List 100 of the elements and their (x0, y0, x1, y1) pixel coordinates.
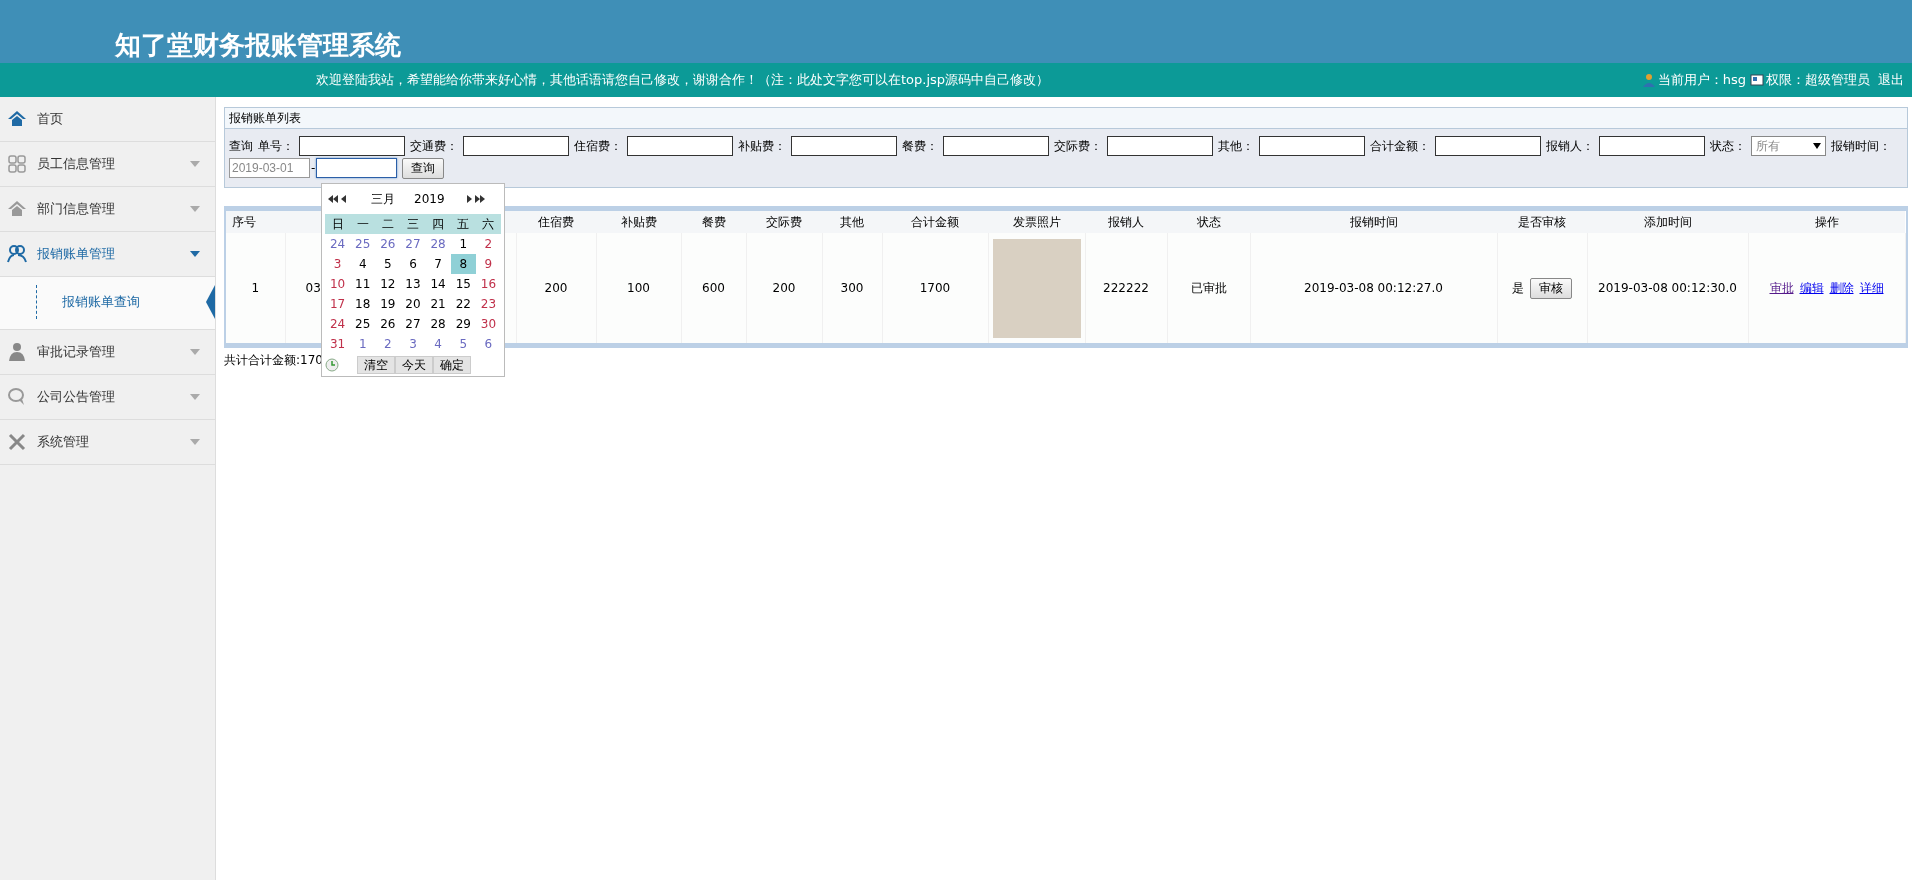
column-header: 其他 (822, 211, 882, 233)
calendar-day[interactable]: 29 (450, 314, 476, 334)
calendar-day[interactable]: 25 (350, 234, 376, 254)
column-header: 报销人 (1085, 211, 1167, 233)
sidebar-item[interactable]: 审批记录管理 (0, 330, 215, 375)
calendar-day[interactable]: 24 (325, 314, 351, 334)
action-link[interactable]: 删除 (1829, 280, 1854, 295)
calendar-day[interactable]: 1 (350, 334, 376, 354)
calendar-day[interactable]: 4 (350, 254, 376, 274)
calendar-day[interactable]: 1 (450, 234, 476, 254)
calendar-day[interactable]: 21 (425, 294, 451, 314)
field-label: 单号： (258, 137, 294, 155)
calendar-day[interactable]: 5 (450, 334, 476, 354)
input-field[interactable] (791, 136, 897, 156)
calendar-day[interactable]: 12 (375, 274, 401, 294)
month-label[interactable]: 三月 (371, 190, 411, 208)
calendar-day[interactable]: 7 (425, 254, 451, 274)
search-button[interactable]: 查询 (402, 157, 445, 179)
user-icon (1641, 73, 1656, 87)
calendar-day[interactable]: 14 (425, 274, 451, 294)
year-label[interactable]: 2019 (414, 192, 464, 206)
calendar-day[interactable]: 19 (375, 294, 401, 314)
calendar-day[interactable]: 24 (325, 234, 351, 254)
submenu-item[interactable]: 报销账单查询 (36, 285, 140, 319)
sidebar-item[interactable]: 公司公告管理 (0, 375, 215, 420)
calendar-day[interactable]: 22 (450, 294, 476, 314)
calendar-day[interactable]: 3 (400, 334, 426, 354)
date-from-field[interactable]: 2019-03-01 (229, 158, 310, 178)
status-select[interactable]: 所有 (1751, 136, 1826, 156)
column-header: 交际费 (746, 211, 822, 233)
welcome-text: 欢迎登陆我站，希望能给你带来好心情，其他话语请您自己修改，谢谢合作！（注：此处文字您可以在top.jsp源码中自己修改） (316, 71, 1051, 89)
calendar-day[interactable]: 2 (375, 334, 401, 354)
calendar-day[interactable]: 18 (350, 294, 376, 314)
calendar-day[interactable]: 30 (475, 314, 501, 334)
input-field[interactable] (1435, 136, 1541, 156)
column-header: 序号 (226, 211, 285, 233)
table-cell: 2019-03-08 00:12:30.0 (1598, 281, 1737, 295)
calendar-day[interactable]: 16 (475, 274, 501, 294)
calendar-day[interactable]: 23 (475, 294, 501, 314)
input-field[interactable] (1599, 136, 1705, 156)
calendar-day[interactable]: 17 (325, 294, 351, 314)
action-link[interactable]: 编辑 (1799, 280, 1824, 295)
sidebar-item[interactable]: 系统管理 (0, 420, 215, 465)
calendar-day[interactable]: 20 (400, 294, 426, 314)
field-label: 交际费： (1054, 137, 1102, 155)
input-field[interactable] (463, 136, 569, 156)
person-icon (7, 342, 27, 362)
people-icon (7, 244, 27, 264)
calendar-day[interactable]: 9 (475, 254, 501, 274)
right-arrow-icon (467, 195, 472, 203)
table-cell: 1 (251, 281, 260, 295)
calendar-day[interactable]: 3 (325, 254, 351, 274)
calendar-day[interactable]: 27 (400, 234, 426, 254)
calendar-day[interactable]: 15 (450, 274, 476, 294)
calendar-day[interactable]: 27 (400, 314, 426, 334)
date-to-field[interactable] (316, 158, 398, 178)
calendar-day[interactable]: 4 (425, 334, 451, 354)
calendar-button[interactable]: 确定 (433, 356, 471, 374)
column-header: 餐费 (681, 211, 746, 233)
calendar-day[interactable]: 26 (375, 234, 401, 254)
calendar-button[interactable]: 清空 (357, 356, 395, 374)
table-cell: 是 (1512, 280, 1524, 295)
calendar-day[interactable]: 8 (450, 254, 476, 274)
input-field[interactable] (1107, 136, 1213, 156)
calendar-button[interactable]: 今天 (395, 356, 433, 374)
dropdown-arrow-icon (1813, 143, 1821, 149)
sidebar-item[interactable]: 部门信息管理 (0, 187, 215, 232)
input-field[interactable] (943, 136, 1049, 156)
calendar-day[interactable]: 13 (400, 274, 426, 294)
grid-icon (7, 154, 27, 174)
calendar-day[interactable]: 2 (475, 234, 501, 254)
calendar-day[interactable]: 26 (375, 314, 401, 334)
calendar-day[interactable]: 28 (425, 234, 451, 254)
calendar-day[interactable]: 5 (375, 254, 401, 274)
query-label: 查询 (229, 137, 253, 155)
calendar-day[interactable]: 10 (325, 274, 351, 294)
review-button[interactable]: 审核 (1530, 277, 1572, 299)
input-field[interactable] (1259, 136, 1365, 156)
input-field[interactable] (299, 136, 405, 156)
sidebar-item[interactable]: 首页 (0, 97, 215, 142)
badge-icon (1750, 73, 1764, 87)
table-cell: 600 (702, 281, 725, 295)
calendar-day[interactable]: 25 (350, 314, 376, 334)
action-link[interactable]: 详细 (1859, 280, 1884, 295)
action-link[interactable]: 审批 (1769, 280, 1794, 295)
app-title: 知了堂财务报账管理系统 (115, 30, 401, 62)
column-header: 操作 (1748, 211, 1905, 233)
calendar-day[interactable]: 6 (475, 334, 501, 354)
selection-marker-icon (206, 285, 215, 319)
panel-title: 报销账单列表 (224, 107, 1908, 129)
calendar-day[interactable]: 28 (425, 314, 451, 334)
weekday-label: 五 (450, 214, 476, 234)
table-cell: 03 (305, 281, 321, 295)
calendar-day[interactable]: 11 (350, 274, 376, 294)
sidebar-item[interactable]: 员工信息管理 (0, 142, 215, 187)
field-label: 合计金额： (1370, 137, 1430, 155)
calendar-day[interactable]: 31 (325, 334, 351, 354)
calendar-day[interactable]: 6 (400, 254, 426, 274)
clock-icon (325, 358, 339, 372)
input-field[interactable] (627, 136, 733, 156)
